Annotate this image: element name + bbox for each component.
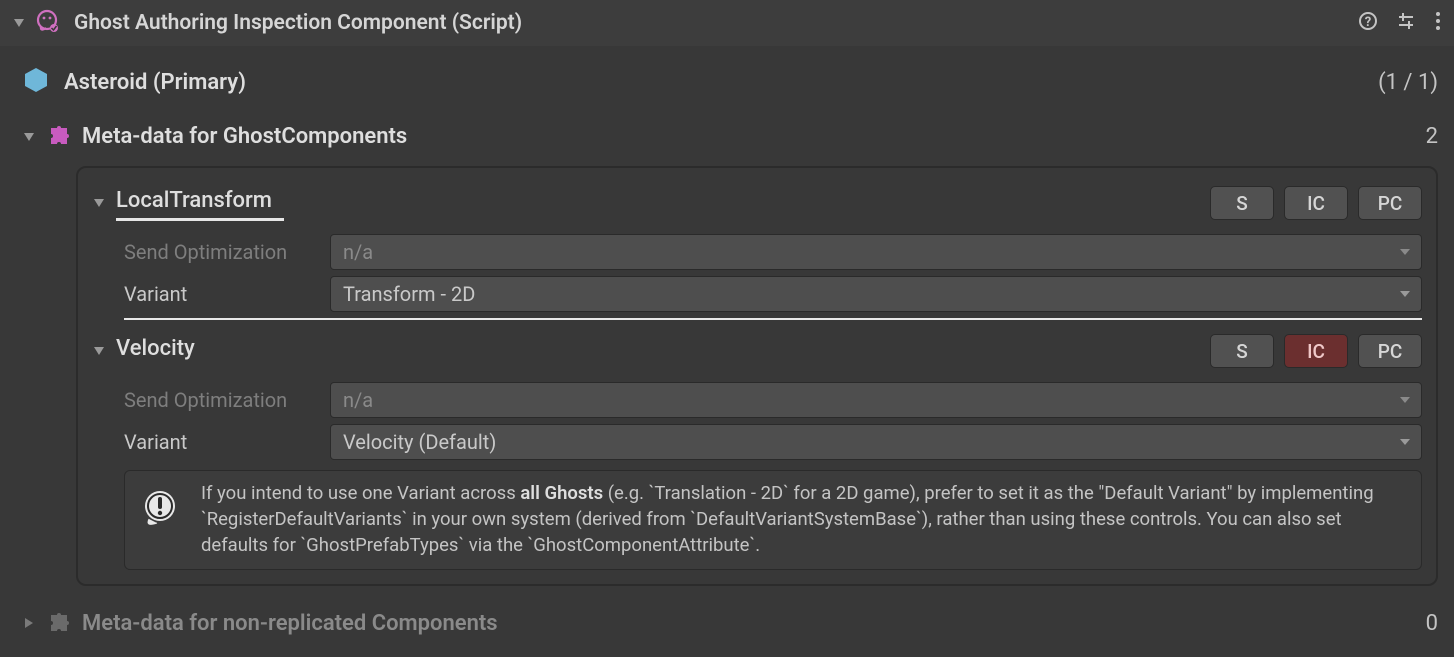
entity-count: (1 / 1) [1378,70,1438,95]
send-opt-dropdown[interactable]: n/a [330,234,1422,270]
field-variant: Variant Velocity (Default) [124,424,1422,460]
badge-pc[interactable]: PC [1358,334,1422,368]
field-label: Variant [124,430,330,454]
foldout-right-icon [22,616,36,630]
section-nonrep-title: Meta-data for non-replicated Components [82,611,1426,636]
info-text: If you intend to use one Variant across … [201,481,1405,559]
component-name: LocalTransform [116,188,1210,219]
component-header: Ghost Authoring Inspection Component (Sc… [0,0,1454,46]
info-box: If you intend to use one Variant across … [124,470,1422,570]
badge-group: S IC PC [1210,334,1422,368]
component-velocity: Velocity S IC PC Send Optimization n/a V… [92,330,1422,460]
hexagon-icon [22,66,50,99]
foldout-down-icon [22,130,36,144]
help-icon[interactable]: ? [1358,11,1378,36]
foldout-down-icon[interactable] [92,344,106,358]
ghost-panel: LocalTransform S IC PC Send Optimization… [76,166,1438,586]
badge-pc[interactable]: PC [1358,186,1422,220]
field-send-optimization: Send Optimization n/a [124,234,1422,270]
highlight-line [124,318,1422,320]
puzzle-icon [46,121,72,152]
section-ghost-title: Meta-data for GhostComponents [82,124,1426,149]
header-actions: ? [1358,11,1442,36]
entity-row: Asteroid (Primary) (1 / 1) [16,52,1438,113]
chevron-down-icon [1399,436,1411,448]
field-label: Send Optimization [124,388,330,412]
field-variant: Variant Transform - 2D [124,276,1422,312]
entity-name: Asteroid (Primary) [64,70,1378,95]
badge-ic[interactable]: IC [1284,334,1348,368]
section-nonrep-count: 0 [1426,611,1438,636]
badge-group: S IC PC [1210,186,1422,220]
script-icon [34,8,60,39]
variant-dropdown[interactable]: Velocity (Default) [330,424,1422,460]
field-label: Variant [124,282,330,306]
chevron-down-icon [1399,394,1411,406]
field-send-optimization: Send Optimization n/a [124,382,1422,418]
badge-s[interactable]: S [1210,186,1274,220]
svg-text:?: ? [1365,15,1371,30]
component-localtransform: LocalTransform S IC PC Send Optimization… [92,182,1422,320]
component-foldout-icon[interactable] [12,16,26,30]
component-title: Ghost Authoring Inspection Component (Sc… [74,11,1358,35]
menu-icon[interactable] [1434,11,1442,36]
badge-s[interactable]: S [1210,334,1274,368]
field-label: Send Optimization [124,240,330,264]
component-name: Velocity [116,336,1210,367]
info-icon [141,481,183,534]
section-nonrep-header[interactable]: Meta-data for non-replicated Components … [16,600,1438,647]
foldout-down-icon[interactable] [92,196,106,210]
section-ghost-count: 2 [1426,124,1438,149]
badge-ic[interactable]: IC [1284,186,1348,220]
puzzle-icon [46,608,72,639]
send-opt-dropdown[interactable]: n/a [330,382,1422,418]
section-ghost-header[interactable]: Meta-data for GhostComponents 2 [16,113,1438,160]
variant-dropdown[interactable]: Transform - 2D [330,276,1422,312]
chevron-down-icon [1399,246,1411,258]
chevron-down-icon [1399,288,1411,300]
preset-icon[interactable] [1396,11,1416,36]
